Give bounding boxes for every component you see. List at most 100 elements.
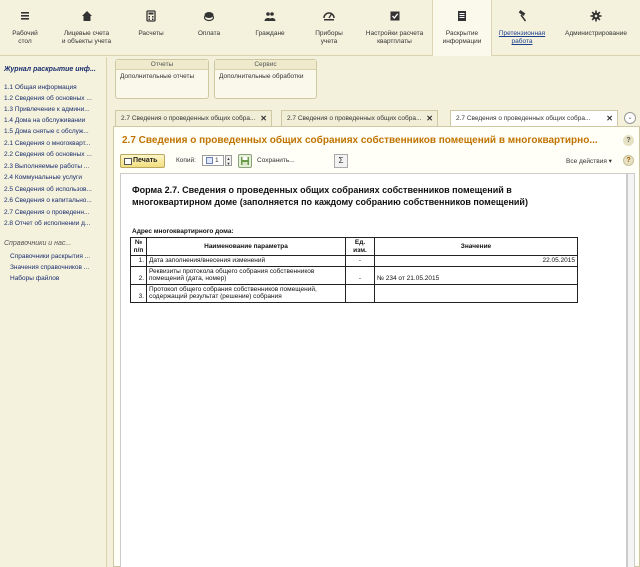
nav-item[interactable]: 2.4 Коммунальные услуги <box>4 174 82 181</box>
form-heading: Форма 2.7. Сведения о проведенных общих … <box>132 185 528 207</box>
nav-item[interactable]: 1.2 Сведения об основных ... <box>4 95 92 102</box>
cell-unit <box>345 283 375 303</box>
toolbar-desktop[interactable]: Рабочий стол <box>0 0 50 56</box>
hammer-icon <box>518 10 527 22</box>
save-as-link[interactable]: Сохранить... <box>257 157 295 164</box>
nav-item[interactable]: 1.1 Общая информация <box>4 84 77 91</box>
toolbar-label: Раскрытие информации <box>442 30 482 45</box>
document-icon <box>458 11 466 21</box>
service-group: Сервис Дополнительные обработки <box>214 59 317 99</box>
close-icon[interactable]: ✕ <box>606 111 613 126</box>
copies-label: Копий: <box>176 157 196 164</box>
gear-icon <box>590 10 602 22</box>
nav-item[interactable]: 2.6 Сведения о капитально... <box>4 197 92 204</box>
help-icon[interactable]: ? <box>623 155 634 166</box>
printer-icon <box>124 158 132 165</box>
toolbar-accounts[interactable]: Лицевые счета и объекты учета <box>50 0 123 56</box>
copies-input[interactable]: 1 <box>202 155 224 166</box>
toolbar-citizens[interactable]: Граждане <box>239 0 301 56</box>
doc-tab-label: 2.7 Сведения о проведенных общих собра..… <box>456 115 591 122</box>
nav-item[interactable]: 2.8 Отчет об исполнении д... <box>4 220 90 227</box>
nav-section-title[interactable]: Справочники и нас... <box>4 240 71 247</box>
print-button[interactable]: Печать <box>120 154 165 168</box>
reports-header: Отчеты <box>116 60 208 70</box>
toolbar-label: Оплата <box>197 30 221 37</box>
checkbox-icon <box>390 11 399 21</box>
command-bar: Печать Копий: 1 ▲ ▼ Сохранить... Σ Все де… <box>120 154 635 168</box>
cell-value[interactable]: 22.05.2015 <box>374 255 578 267</box>
toolbar-meters[interactable]: Приборы учета <box>301 0 357 56</box>
toolbar-administration[interactable]: Администрирование <box>552 0 640 56</box>
doc-tab-label: 2.7 Сведения о проведенных общих собра..… <box>287 115 422 122</box>
save-icon <box>241 157 249 165</box>
people-icon <box>264 12 276 21</box>
nav-sub-item[interactable]: Наборы файлов <box>10 275 59 282</box>
toolbar-disclosure[interactable]: Раскрытие информации <box>432 0 492 56</box>
cell-unit: - <box>345 265 375 285</box>
cell-value[interactable] <box>374 283 578 303</box>
close-icon[interactable]: ✕ <box>260 111 267 126</box>
nav-item[interactable]: 1.4 Дома на обслуживании <box>4 117 85 124</box>
toolbar-label: Настройки расчета квартплаты <box>365 30 424 45</box>
toolbar-calculations[interactable]: Расчеты <box>123 0 179 56</box>
cell-number: 2. <box>130 265 147 285</box>
toolbar-label: Претензионная работа <box>498 30 546 45</box>
doc-tab-active[interactable]: 2.7 Сведения о проведенных общих собра..… <box>450 110 618 126</box>
doc-tab[interactable]: 2.7 Сведения о проведенных общих собра..… <box>115 110 272 126</box>
calculator-icon <box>146 10 156 22</box>
doc-tab-label: 2.7 Сведения о проведенных общих собра..… <box>121 115 256 122</box>
service-header: Сервис <box>215 60 316 70</box>
help-button[interactable]: ? <box>623 135 634 146</box>
nav-item[interactable]: 2.5 Сведения об использов... <box>4 186 92 193</box>
meter-icon <box>323 12 335 21</box>
toolbar-label: Приборы учета <box>315 30 343 45</box>
coins-icon <box>203 12 215 22</box>
cell-number: 1. <box>130 255 147 267</box>
toolbar-rent-settings[interactable]: Настройки расчета квартплаты <box>357 0 432 56</box>
toolbar-label: Граждане <box>255 30 285 37</box>
cell-unit: - <box>345 255 375 267</box>
spreadsheet-document[interactable]: Форма 2.7. Сведения о проведенных общих … <box>120 173 627 567</box>
address-label: Адрес многоквартирного дома: <box>132 228 234 235</box>
column-header: № п/п <box>130 237 147 256</box>
nav-item[interactable]: 2.1 Сведения о многокварт... <box>4 140 90 147</box>
navigation-panel: Журнал раскрытие инф... 1.1 Общая информ… <box>0 57 107 567</box>
nav-group-title[interactable]: Журнал раскрытие инф... <box>4 66 96 73</box>
nav-item[interactable]: 1.5 Дома снятые с обслуж... <box>4 128 89 135</box>
form-table: № п/п Наименование параметра Ед. изм. Зн… <box>130 237 578 303</box>
nav-sub-item[interactable]: Значения справочников ... <box>10 264 89 271</box>
toolbar-payment[interactable]: Оплата <box>179 0 239 56</box>
tabs-menu-chevron-down-icon[interactable]: ⌄ <box>624 112 636 124</box>
cell-param: Дата заполнения/внесения изменений <box>146 255 346 267</box>
cell-param: Реквизиты протокола общего собрания собс… <box>146 265 346 285</box>
cell-value[interactable]: № 234 от 21.05.2015 <box>374 265 578 285</box>
input-cursor-icon <box>206 157 213 164</box>
toolbar-claims[interactable]: Претензионная работа <box>492 0 552 56</box>
main-toolbar: Рабочий стол Лицевые счета и объекты уче… <box>0 0 640 56</box>
copies-stepper[interactable]: ▲ ▼ <box>225 155 232 166</box>
additional-reports-link[interactable]: Дополнительные отчеты <box>116 70 208 83</box>
nav-sub-item[interactable]: Справочники раскрытия ... <box>10 253 90 260</box>
all-actions-menu[interactable]: Все действия ▾ <box>566 157 612 165</box>
additional-processing-link[interactable]: Дополнительные обработки <box>215 70 316 83</box>
nav-item-active[interactable]: 2.7 Сведения о проведенн... <box>4 209 89 216</box>
function-panel: Отчеты Дополнительные отчеты Сервис Допо… <box>113 57 640 105</box>
cell-number: 3. <box>130 283 147 303</box>
document-window: 2.7 Сведения о проведенных общих собрани… <box>113 126 640 567</box>
nav-item[interactable]: 2.3 Выполняемые работы ... <box>4 163 89 170</box>
vertical-scrollbar[interactable] <box>627 173 635 567</box>
nav-item[interactable]: 1.3 Привлечение к админи... <box>4 106 90 113</box>
toolbar-label: Лицевые счета и объекты учета <box>61 30 112 45</box>
close-icon[interactable]: ✕ <box>426 111 433 126</box>
home-icon <box>81 11 92 21</box>
document-tabs: 2.7 Сведения о проведенных общих собра..… <box>113 110 640 126</box>
column-header: Ед. изм. <box>345 237 375 256</box>
toolbar-label: Администрирование <box>565 30 627 37</box>
column-header: Наименование параметра <box>146 237 346 256</box>
doc-tab[interactable]: 2.7 Сведения о проведенных общих собра..… <box>281 110 438 126</box>
document-title: 2.7 Сведения о проведенных общих собрани… <box>122 135 598 146</box>
nav-item[interactable]: 2.2 Сведения об основных ... <box>4 151 92 158</box>
sum-button[interactable]: Σ <box>334 154 348 168</box>
save-file-button[interactable] <box>238 154 252 168</box>
desktop-icon <box>21 12 29 20</box>
